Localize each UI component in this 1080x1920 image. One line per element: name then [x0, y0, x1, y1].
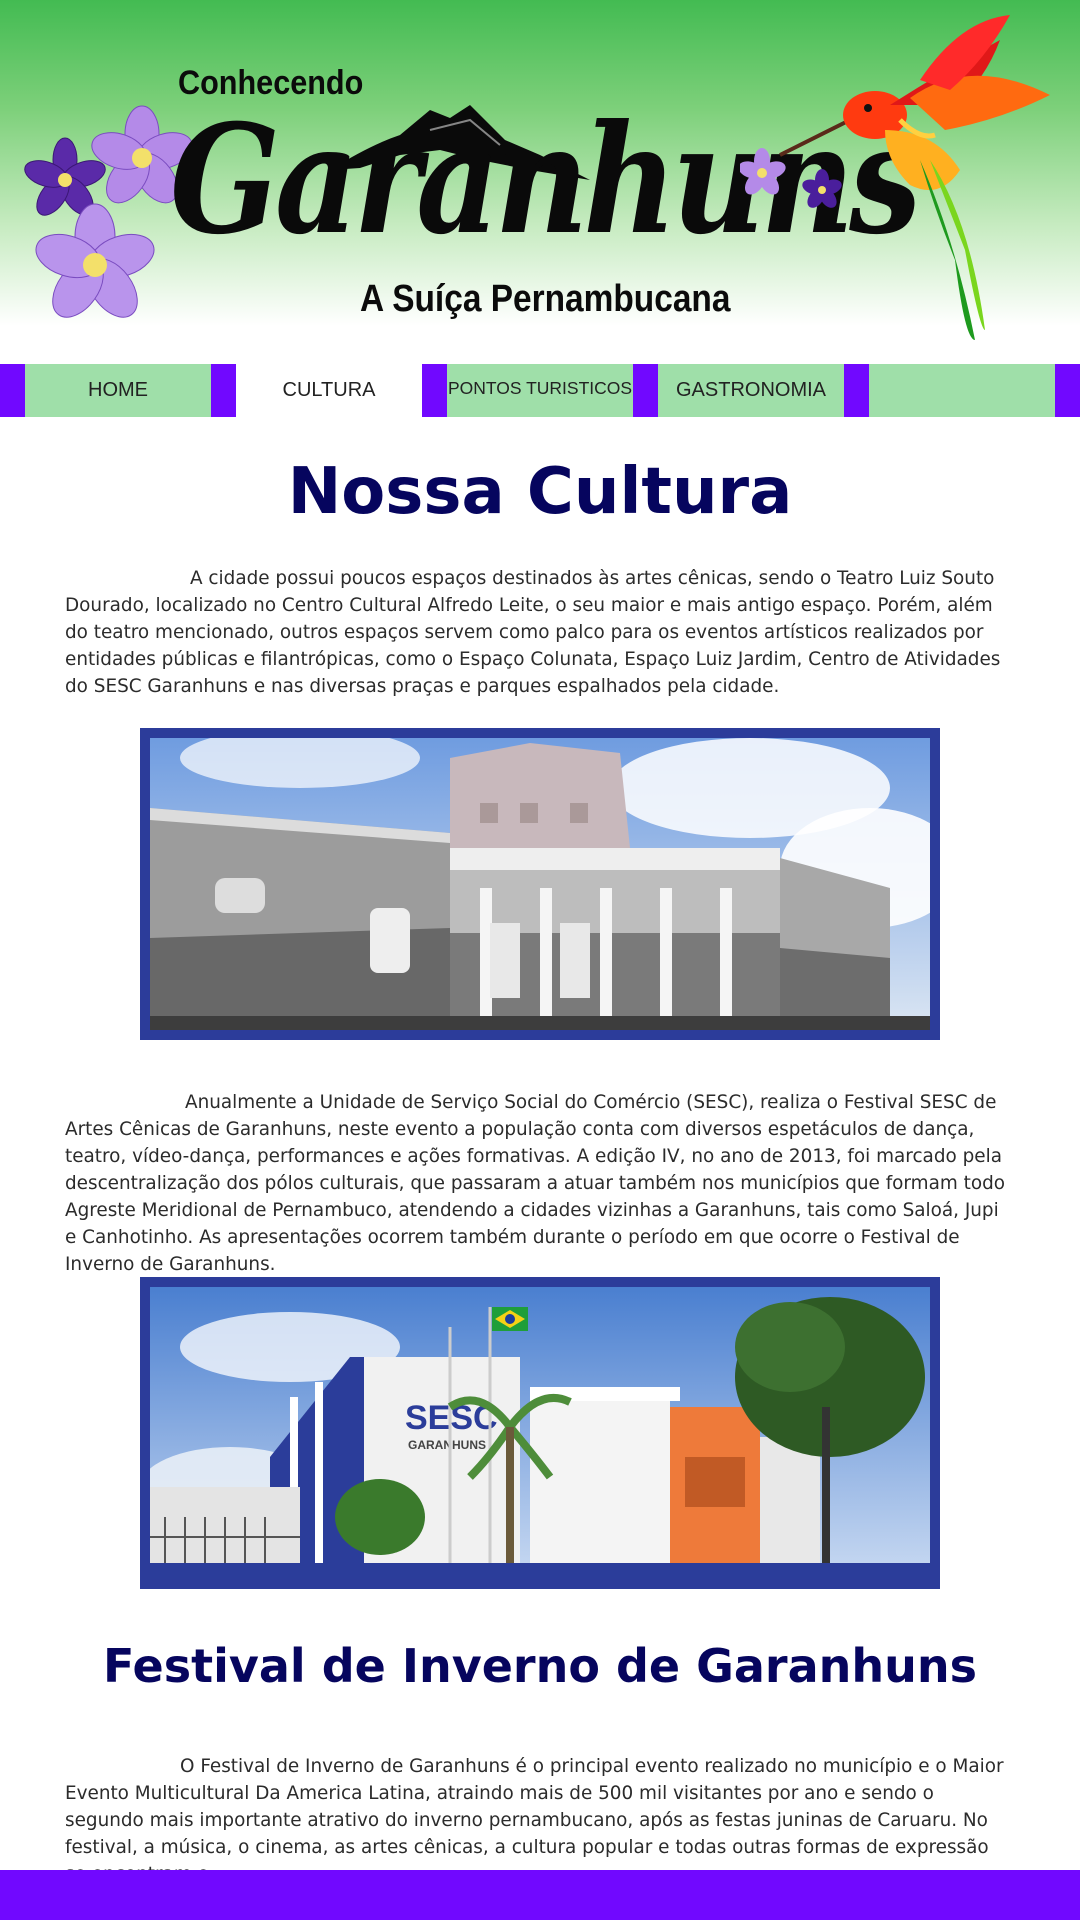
- hummingbird-icon: [779, 15, 1050, 340]
- sesc-photo: SESC GARANHUNS: [140, 1277, 940, 1589]
- header-banner: Conhecendo Garanhuns A Suíça Pernambucan…: [0, 0, 1080, 362]
- main-navigation: HOME CULTURA PONTOS TURISTICOS GASTRONOM…: [0, 364, 1080, 417]
- nav-pontos-turisticos[interactable]: PONTOS TURISTICOS: [447, 364, 633, 417]
- theater-photo: [140, 728, 940, 1040]
- culture-paragraph-2: Anualmente a Unidade de Serviço Social d…: [65, 1092, 1006, 1275]
- nav-empty-item[interactable]: [869, 364, 1055, 417]
- festival-paragraph: O Festival de Inverno de Garanhuns é o p…: [65, 1756, 1004, 1885]
- page-title: Nossa Cultura: [287, 455, 793, 529]
- sesc-sign-sub: GARANHUNS: [408, 1438, 486, 1452]
- festival-heading: Festival de Inverno de Garanhuns: [103, 1639, 977, 1693]
- nav-cultura[interactable]: CULTURA: [236, 364, 422, 417]
- footer-bar: [0, 1870, 1080, 1920]
- logo-subtitle: A Suíça Pernambucana: [360, 278, 731, 320]
- culture-paragraph-1: A cidade possui poucos espaços destinado…: [65, 568, 1001, 697]
- nav-home[interactable]: HOME: [25, 364, 211, 417]
- nav-gastronomia[interactable]: GASTRONOMIA: [658, 364, 844, 417]
